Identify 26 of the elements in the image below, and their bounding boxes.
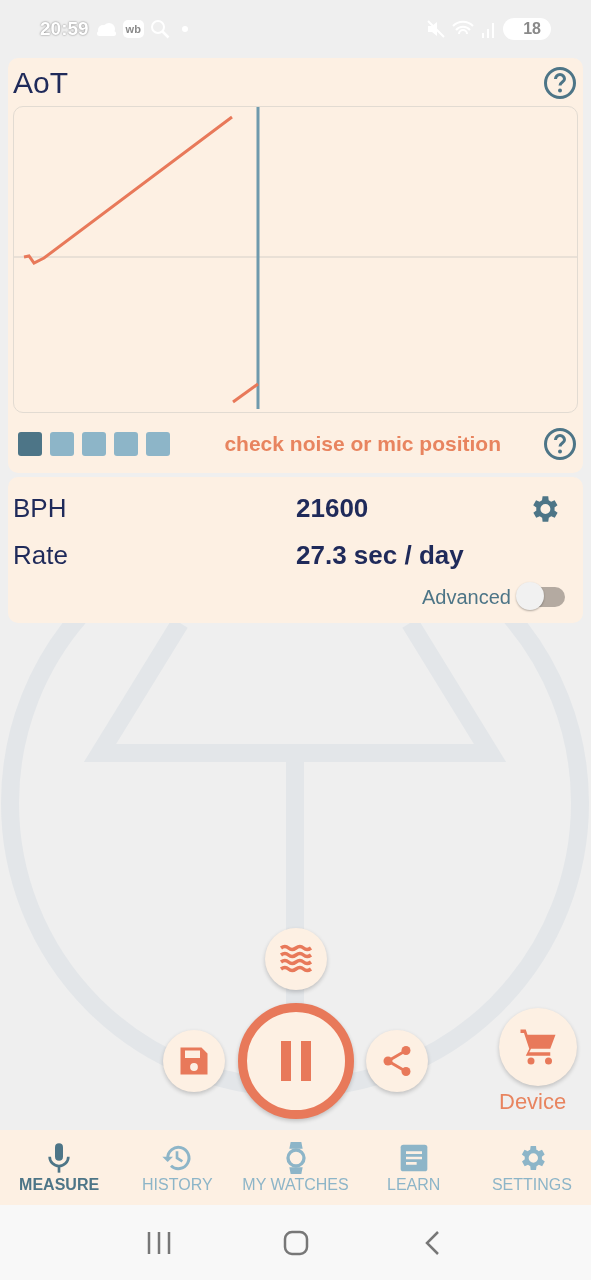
- nav-tab[interactable]: MEASURE: [0, 1130, 119, 1205]
- share-button[interactable]: [366, 1030, 428, 1092]
- help-icon[interactable]: [543, 66, 577, 100]
- stat-value: 27.3 sec / day: [296, 540, 465, 571]
- home-icon[interactable]: [282, 1229, 309, 1256]
- status-time: 20:59: [40, 18, 89, 40]
- cart-button[interactable]: [499, 1008, 577, 1086]
- nav-tab[interactable]: SETTINGS: [472, 1130, 591, 1205]
- stat-label: Rate: [13, 540, 69, 571]
- device-label: Device: [499, 1089, 567, 1115]
- stat-label: BPH: [13, 493, 68, 524]
- pause-icon: [279, 1041, 313, 1081]
- save-button[interactable]: [163, 1030, 225, 1092]
- warning-message: check noise or mic position: [223, 432, 502, 456]
- waves-icon: [279, 944, 313, 974]
- stat-value: 21600: [296, 493, 370, 524]
- chart-title: AoT: [13, 66, 69, 100]
- toggle-label: Advanced: [422, 585, 511, 609]
- nav-tab[interactable]: HISTORY: [118, 1130, 237, 1205]
- nav-tab[interactable]: LEARN: [354, 1130, 473, 1205]
- app-badge: wb: [122, 20, 144, 38]
- battery-indicator: 18: [503, 18, 551, 40]
- recent-apps-icon[interactable]: [145, 1229, 172, 1256]
- waves-button[interactable]: [265, 928, 327, 990]
- help-icon[interactable]: [543, 427, 577, 461]
- nav-tab[interactable]: MY WATCHES: [236, 1130, 355, 1205]
